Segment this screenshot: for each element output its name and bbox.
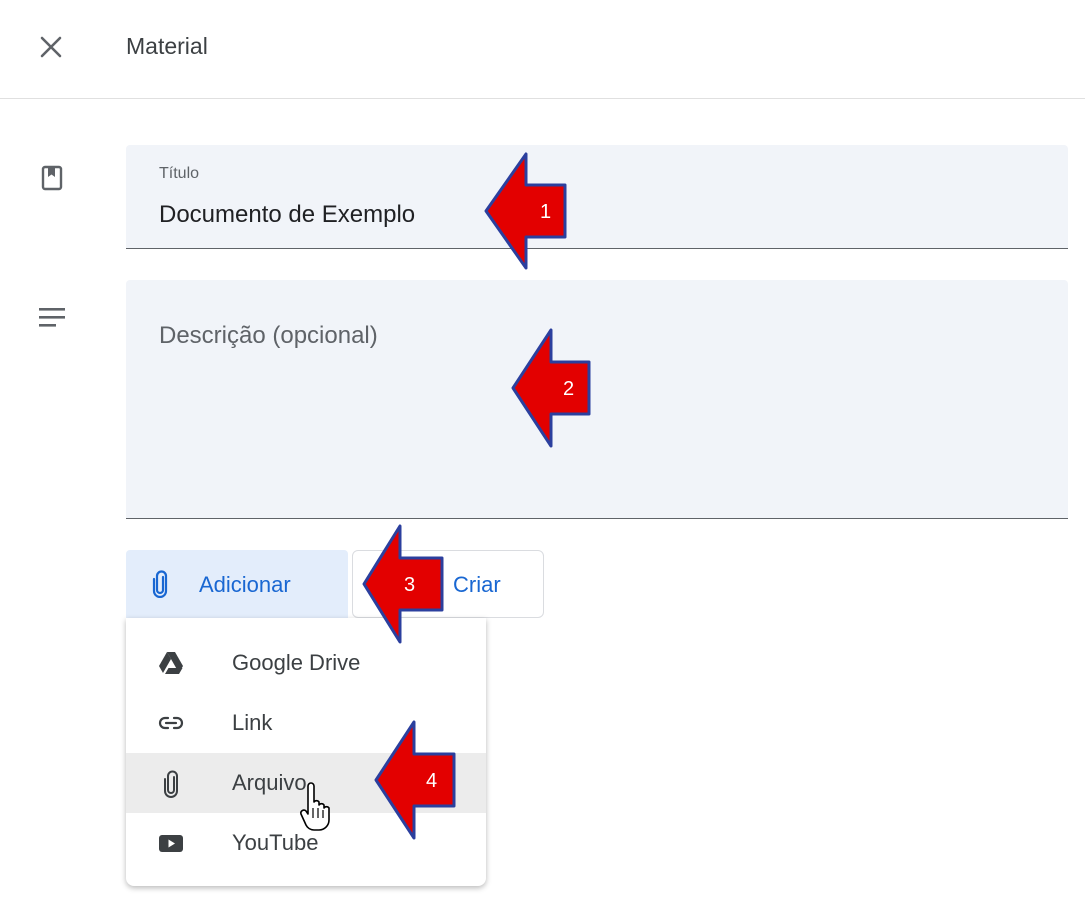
youtube-icon [158,830,184,856]
title-label: Título [159,165,200,182]
description-placeholder: Descrição (opcional) [159,322,378,349]
callout-number-4: 4 [426,770,437,792]
menu-item-label: Google Drive [232,650,361,675]
menu-item-label: Link [232,710,273,735]
paperclip-icon [158,770,184,798]
callout-number-1: 1 [540,201,551,223]
hand-cursor-icon [300,782,330,839]
callout-arrow-4: 4 [374,720,456,840]
create-button-label: Criar [453,572,501,597]
callout-number-3: 3 [404,574,415,596]
bookmark-icon [41,165,63,196]
title-input-value[interactable]: Documento de Exemplo [159,201,415,229]
add-button[interactable]: Adicionar [126,550,348,618]
add-button-label: Adicionar [199,572,291,597]
header-bar: Material [0,0,1085,99]
menu-item-label: Arquivo [232,770,307,795]
close-icon[interactable] [36,32,66,62]
callout-number-2: 2 [563,378,574,400]
text-lines-icon [39,306,67,333]
link-icon [158,710,184,736]
paperclip-icon [152,570,168,603]
google-drive-icon [158,650,184,676]
callout-arrow-1: 1 [484,152,567,270]
title-field[interactable]: Título Documento de Exemplo [126,145,1068,249]
callout-arrow-3: 3 [362,524,444,644]
page-title: Material [126,33,208,59]
callout-arrow-2: 2 [511,328,591,448]
